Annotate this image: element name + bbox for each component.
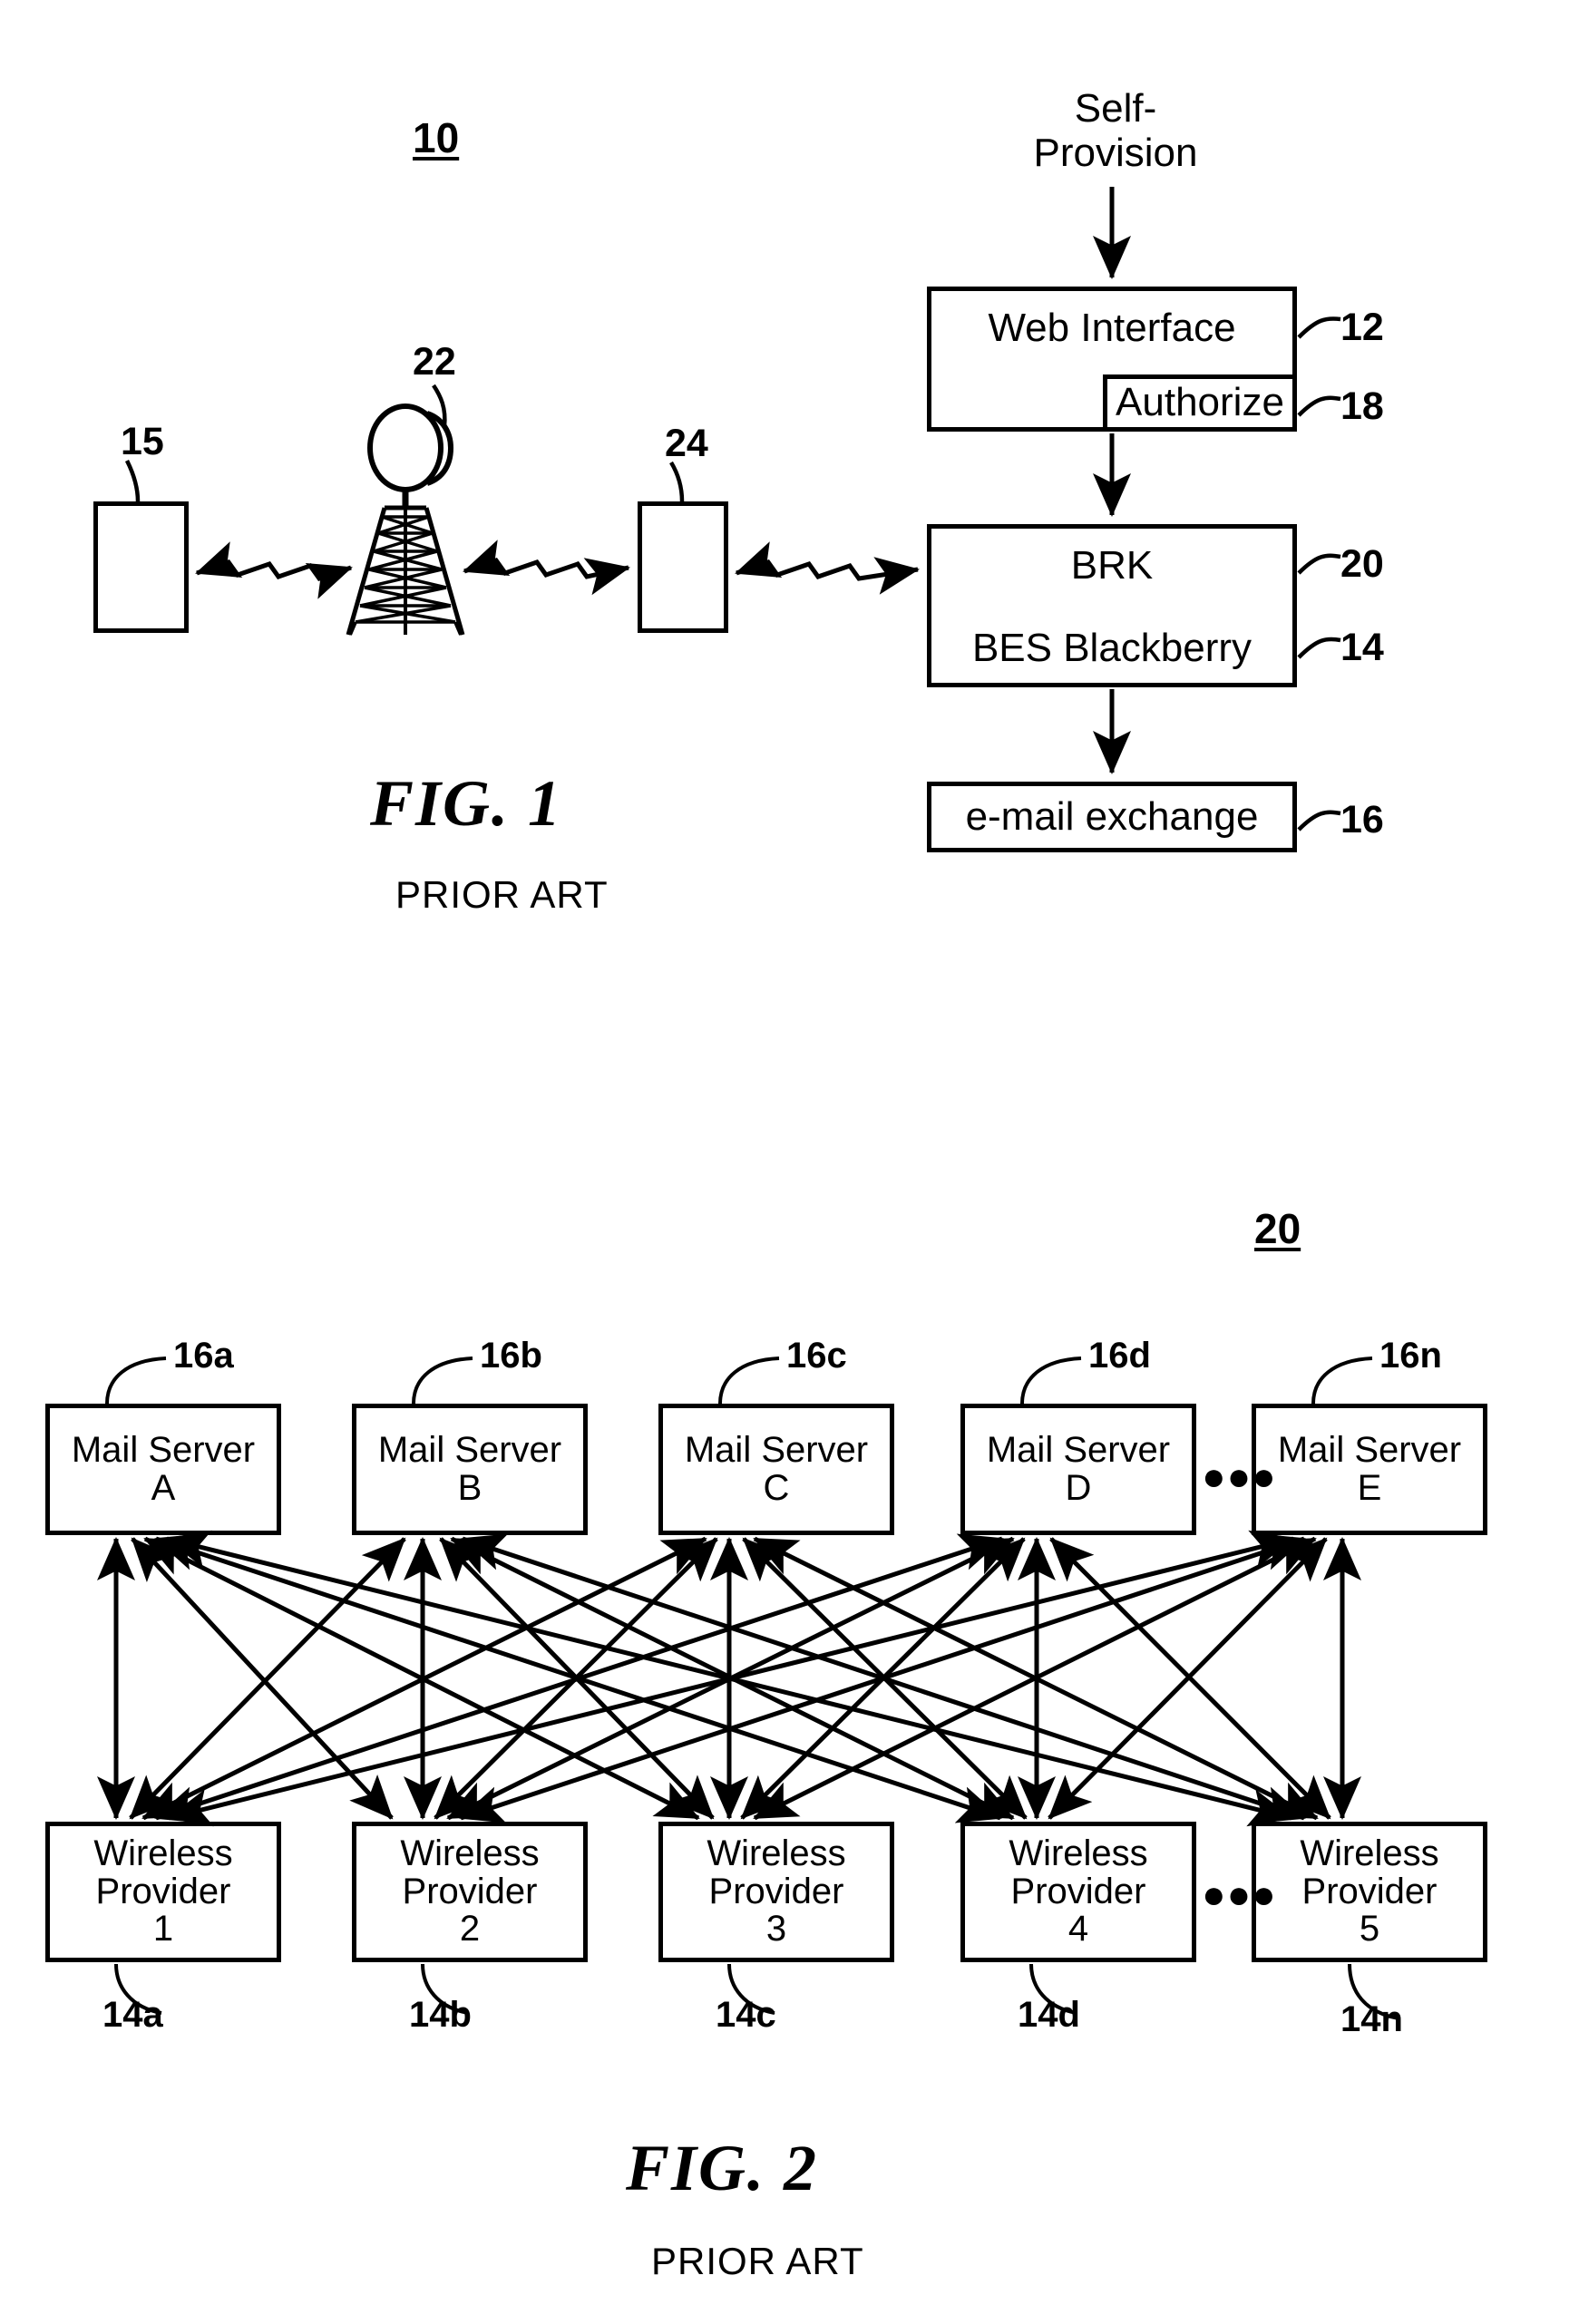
leader-line-ref-12 [1297,316,1341,339]
diagram-vector-layer [96,187,1400,2020]
leader-line-ref-16c [718,1356,780,1405]
wireless-link-tower-gateway [463,540,630,596]
leader-line-ref-20-fig1 [1297,553,1341,575]
leader-line-ref-14-fig1 [1297,637,1341,659]
leader-line-ref-16n [1311,1356,1373,1405]
leader-line-ref-16d [1020,1356,1082,1405]
leader-line-ref-16-fig1 [1297,810,1341,831]
leader-line-ref-16a [105,1356,167,1405]
leader-line-ref-16b [412,1356,473,1405]
leader-line-ref-24 [669,461,685,502]
wireless-link-device-tower [195,541,353,599]
leader-line-ref-14a [114,1963,162,2015]
leader-line-ref-15 [124,459,141,502]
wireless-link-gateway-brk [735,541,920,595]
mesh-connections [96,1530,1361,1827]
leader-line-ref-18 [1297,395,1341,417]
patent-drawing-sheet: 10 Self- Provision 15 24 22 Web Interfac… [0,0,1579,2324]
leader-line-ref-14n [1348,1963,1400,2020]
leader-line-ref-14c [727,1963,775,2015]
leader-line-ref-14b [421,1963,469,2015]
cell-tower-icon [346,404,465,636]
leader-line-ref-14d [1029,1963,1077,2015]
